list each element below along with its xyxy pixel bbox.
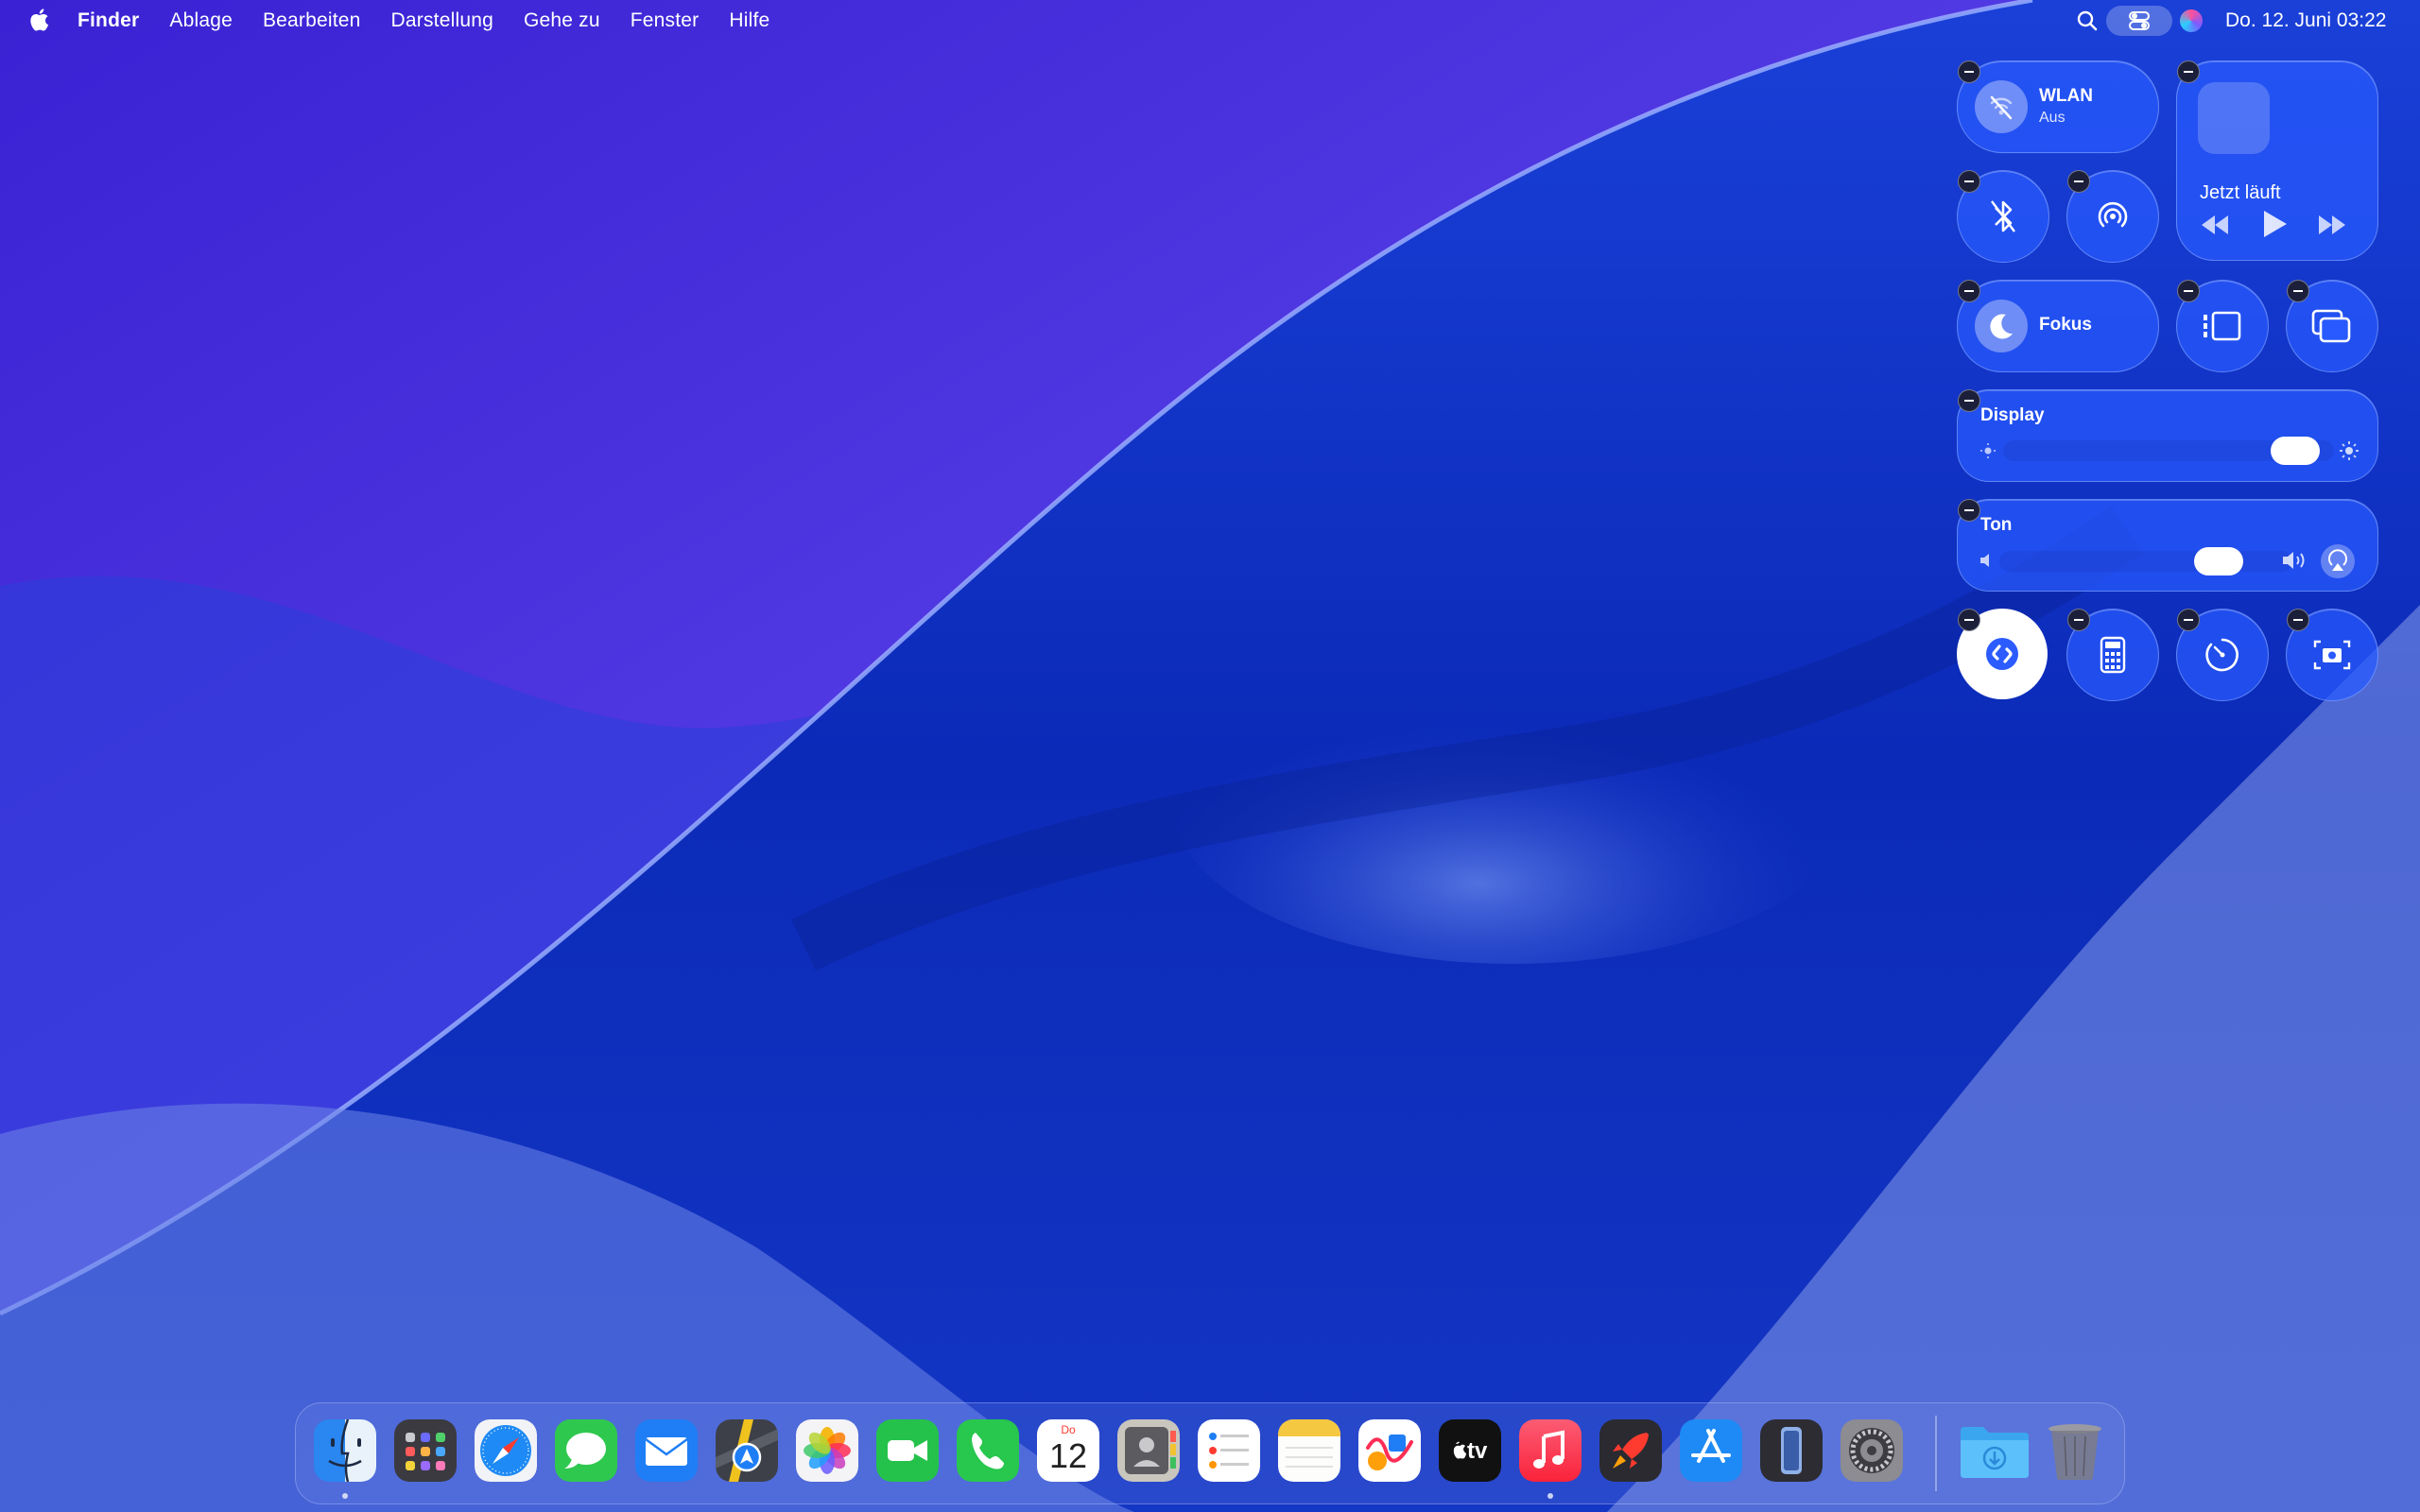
screenshot-icon	[2313, 640, 2351, 670]
remove-bluetooth-button[interactable]	[1958, 170, 1980, 193]
control-center-icon[interactable]	[2106, 6, 2172, 36]
display-tile: Display	[1957, 389, 2378, 482]
shazam-icon	[1986, 638, 2018, 670]
menu-darstellung[interactable]: Darstellung	[391, 9, 493, 32]
remove-calculator-button[interactable]	[2067, 609, 2090, 631]
siri-icon[interactable]	[2180, 9, 2203, 32]
apple-menu-icon[interactable]	[28, 8, 49, 32]
remove-focus-button[interactable]	[1958, 280, 1980, 302]
dock-rocket-icon[interactable]	[1599, 1419, 1662, 1482]
spotlight-search-icon[interactable]	[2076, 9, 2099, 32]
previous-track-icon[interactable]	[2198, 213, 2232, 237]
now-playing-tile[interactable]: Jetzt läuft	[2176, 60, 2378, 261]
remove-display-button[interactable]	[1958, 389, 1980, 412]
wifi-title: WLAN	[2039, 86, 2093, 106]
brightness-slider-knob[interactable]	[2271, 437, 2321, 465]
finder-running-indicator	[342, 1493, 348, 1499]
dock-app-store-icon[interactable]	[1680, 1419, 1742, 1482]
play-icon[interactable]	[2260, 209, 2289, 239]
moon-icon	[1975, 300, 2028, 352]
brightness-high-icon	[2340, 441, 2359, 460]
dock-safari-icon[interactable]	[475, 1419, 537, 1482]
dock-phone-icon[interactable]	[957, 1419, 1019, 1482]
remove-wifi-button[interactable]	[1958, 60, 1980, 83]
airplay-audio-icon[interactable]	[2321, 544, 2355, 578]
dock-separator	[1935, 1416, 1937, 1491]
dock-photos-icon[interactable]	[796, 1419, 858, 1482]
remove-timer-button[interactable]	[2177, 609, 2200, 631]
bluetooth-off-icon	[1991, 200, 2015, 232]
volume-slider[interactable]	[1999, 551, 2292, 572]
tv-label: tv	[1467, 1438, 1488, 1464]
wifi-off-icon	[1975, 80, 2028, 133]
dock-maps-icon[interactable]	[716, 1419, 778, 1482]
menu-gehe-zu[interactable]: Gehe zu	[524, 9, 600, 32]
desktop-wallpaper	[0, 0, 2420, 1512]
dock-mail-icon[interactable]	[635, 1419, 698, 1482]
dock-contacts-icon[interactable]	[1117, 1419, 1180, 1482]
sound-title: Ton	[1980, 515, 2013, 535]
wifi-status: Aus	[2039, 110, 2066, 126]
dock-freeform-icon[interactable]	[1358, 1419, 1421, 1482]
dock-downloads-folder-icon[interactable]	[1959, 1419, 2029, 1482]
dock-system-settings-icon[interactable]	[1841, 1419, 1903, 1482]
screen-mirroring-icon	[2311, 309, 2351, 343]
remove-screenshot-button[interactable]	[2287, 609, 2309, 631]
menu-bearbeiten[interactable]: Bearbeiten	[263, 9, 361, 32]
album-art	[2198, 82, 2270, 154]
dock-launchpad-icon[interactable]	[394, 1419, 457, 1482]
brightness-low-icon	[1980, 443, 1996, 458]
sound-tile: Ton	[1957, 499, 2378, 592]
calculator-icon	[2100, 636, 2126, 674]
calendar-day: 12	[1048, 1436, 1088, 1475]
menu-fenster[interactable]: Fenster	[631, 9, 700, 32]
next-track-icon[interactable]	[2315, 213, 2349, 237]
menu-hilfe[interactable]: Hilfe	[729, 9, 769, 32]
dock-notes-icon[interactable]	[1278, 1419, 1340, 1482]
menu-ablage[interactable]: Ablage	[169, 9, 233, 32]
dock-iphone-mirroring-icon[interactable]	[1760, 1419, 1823, 1482]
now-playing-title: Jetzt läuft	[2200, 182, 2281, 203]
volume-slider-knob[interactable]	[2194, 547, 2244, 576]
dock-finder-icon[interactable]	[314, 1419, 376, 1482]
music-running-indicator	[1547, 1493, 1553, 1499]
remove-shazam-button[interactable]	[1958, 609, 1980, 631]
dock-messages-icon[interactable]	[555, 1419, 617, 1482]
menu-app-finder[interactable]: Finder	[78, 9, 139, 32]
volume-low-icon	[1980, 554, 1989, 567]
remove-now-playing-button[interactable]	[2177, 60, 2200, 83]
remove-airdrop-button[interactable]	[2067, 170, 2090, 193]
stage-manager-icon	[2204, 311, 2241, 341]
menu-bar: Finder Ablage Bearbeiten Darstellung Geh…	[0, 0, 2420, 42]
dock-trash-icon[interactable]	[2044, 1419, 2106, 1482]
dock-calendar-icon[interactable]: Do 12	[1037, 1419, 1099, 1482]
timer-icon	[2205, 638, 2238, 672]
wifi-tile[interactable]: WLAN Aus	[1957, 60, 2159, 153]
calendar-weekday: Do	[1061, 1423, 1076, 1436]
remove-sound-button[interactable]	[1958, 499, 1980, 522]
menubar-clock[interactable]: Do. 12. Juni 03:22	[2225, 9, 2386, 32]
dock-tv-icon[interactable]: tv	[1439, 1419, 1501, 1482]
dock-reminders-icon[interactable]	[1198, 1419, 1260, 1482]
dock-music-icon[interactable]	[1519, 1419, 1582, 1482]
remove-stage-manager-button[interactable]	[2177, 280, 2200, 302]
dock-facetime-icon[interactable]	[876, 1419, 939, 1482]
display-title: Display	[1980, 405, 2045, 425]
airdrop-icon	[2098, 201, 2128, 228]
remove-screen-mirroring-button[interactable]	[2287, 280, 2309, 302]
focus-tile[interactable]: Fokus	[1957, 280, 2159, 372]
volume-high-icon	[2283, 552, 2305, 569]
focus-title: Fokus	[2039, 315, 2092, 335]
